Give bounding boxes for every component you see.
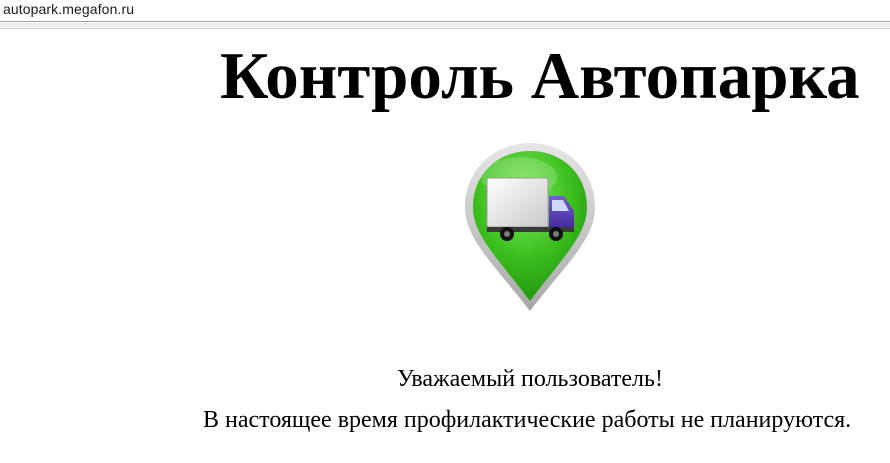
page-title: Контроль Автопарка (220, 39, 860, 113)
url-text[interactable]: autopark.megafon.ru (3, 1, 134, 17)
address-bar[interactable]: autopark.megafon.ru (0, 0, 890, 29)
maintenance-message: В настоящее время профилактические работ… (203, 407, 852, 433)
greeting-text: Уважаемый пользователь! (397, 366, 663, 392)
truck-pin-logo-icon (465, 143, 595, 311)
